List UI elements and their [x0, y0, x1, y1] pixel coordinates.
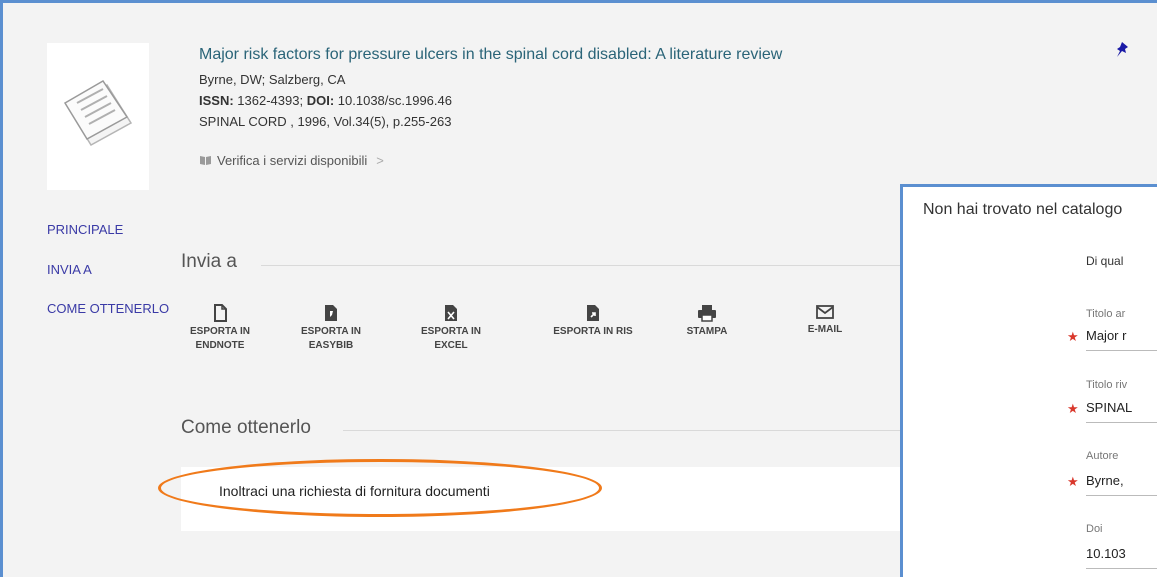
required-star-icon: ★	[1067, 401, 1079, 416]
field-journal-title-input[interactable]: SPINAL	[1086, 400, 1157, 415]
field-underline	[1086, 568, 1157, 569]
printer-icon	[698, 305, 716, 322]
file-ris-icon	[586, 305, 599, 321]
required-star-icon: ★	[1067, 474, 1079, 489]
chevron-right-icon: >	[376, 153, 384, 168]
modal-question: Di qual	[1086, 254, 1124, 268]
required-star-icon: ★	[1067, 329, 1079, 344]
action-label: STAMPA	[686, 326, 728, 337]
highlight-ellipse	[158, 459, 602, 517]
action-label: E-MAIL	[807, 324, 843, 335]
action-label: ESPORTA IN RIS	[553, 326, 633, 337]
record-frame: Major risk factors for pressure ulcers i…	[0, 0, 1157, 577]
field-underline	[1086, 350, 1157, 351]
action-label: ESPORTA IN	[189, 326, 250, 337]
field-label-author: Autore	[1086, 450, 1119, 462]
file-outline-icon	[213, 304, 227, 322]
field-author-input[interactable]: Byrne,	[1086, 473, 1157, 488]
doi-value: 10.1038/sc.1996.46	[337, 93, 452, 108]
record-title-link[interactable]: Major risk factors for pressure ulcers i…	[199, 46, 782, 64]
modal-title: Non hai trovato nel catalogo	[923, 201, 1123, 218]
section-title-how-to-get: Come ottenerlo	[181, 417, 311, 438]
action-label: ESPORTA IN	[420, 326, 481, 337]
export-ris-button[interactable]: ESPORTA IN RIS	[548, 304, 638, 339]
field-underline	[1086, 422, 1157, 423]
export-excel-button[interactable]: ESPORTA IN EXCEL	[406, 304, 496, 352]
record-source: SPINAL CORD , 1996, Vol.34(5), p.255-263	[199, 114, 452, 129]
book-icon	[200, 156, 211, 165]
nav-principale[interactable]: PRINCIPALE	[47, 222, 123, 237]
document-icon	[63, 79, 133, 147]
record-thumbnail	[47, 43, 149, 190]
record-authors: Byrne, DW; Salzberg, CA	[199, 72, 346, 87]
field-doi-input[interactable]: 10.103	[1086, 546, 1157, 561]
file-excel-icon	[444, 305, 457, 321]
field-label-article-title: Titolo ar	[1086, 308, 1126, 320]
export-endnote-button[interactable]: ESPORTA IN ENDNOTE	[175, 304, 265, 352]
pin-icon[interactable]	[1114, 41, 1130, 59]
action-label: EASYBIB	[308, 339, 354, 351]
services-label: Verifica i servizi disponibili	[217, 153, 368, 168]
record-identifiers: ISSN: 1362-4393; DOI: 10.1038/sc.1996.46	[199, 93, 452, 108]
action-label: ESPORTA IN	[300, 326, 361, 337]
field-label-journal-title: Titolo riv	[1086, 379, 1128, 391]
envelope-icon	[816, 305, 834, 319]
doi-label: DOI:	[306, 93, 335, 108]
nav-invia-a[interactable]: INVIA A	[47, 262, 92, 277]
services-link[interactable]: Verifica i servizi disponibili >	[199, 153, 384, 168]
field-article-title-input[interactable]: Major r	[1086, 328, 1157, 343]
action-label: ENDNOTE	[195, 339, 245, 351]
print-button[interactable]: STAMPA	[662, 304, 752, 339]
section-title-send-to: Invia a	[181, 251, 237, 272]
section-divider	[343, 430, 906, 431]
email-button[interactable]: E-MAIL	[780, 304, 870, 337]
field-underline	[1086, 495, 1157, 496]
action-label: EXCEL	[434, 339, 468, 351]
issn-label: ISSN:	[199, 93, 234, 108]
section-divider	[261, 265, 906, 266]
issn-value: 1362-4393;	[237, 93, 304, 108]
nav-come-ottenerlo[interactable]: COME OTTENERLO	[47, 301, 169, 316]
export-easybib-button[interactable]: ESPORTA IN EASYBIB	[286, 304, 376, 352]
file-easybib-icon	[324, 305, 337, 321]
field-label-doi: Doi	[1086, 523, 1103, 535]
